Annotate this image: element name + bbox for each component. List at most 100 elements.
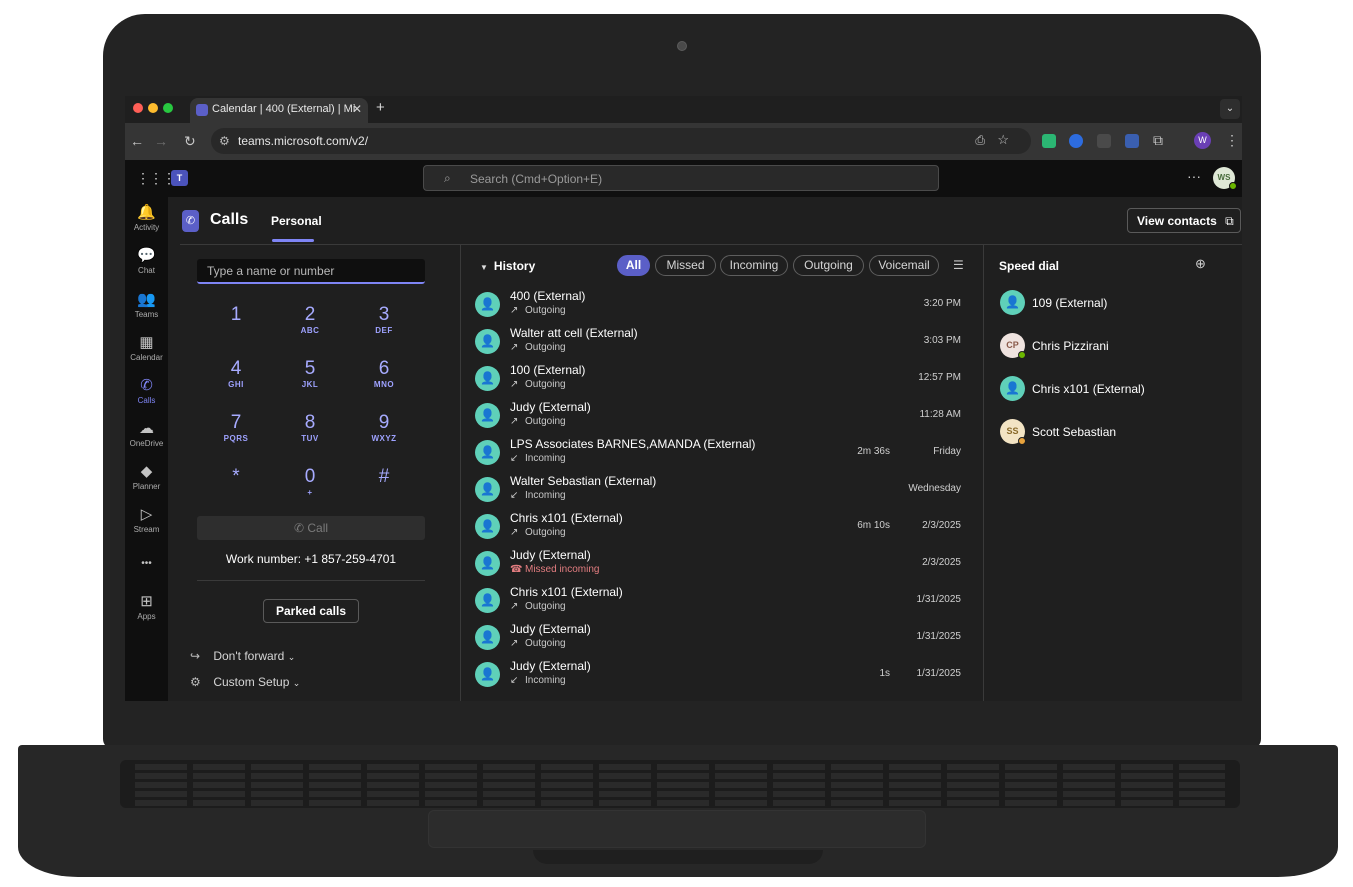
rail-item-calendar[interactable]: ▦ Calendar: [125, 333, 168, 362]
tab-search-button[interactable]: ⌄: [1220, 99, 1240, 119]
dial-key-letters: TUV: [301, 434, 319, 443]
history-call-duration: 2m 36s: [857, 446, 890, 457]
filter-icon[interactable]: ☰: [953, 258, 964, 272]
history-contact-name: Walter att cell (External): [510, 326, 638, 340]
speed-dial-contact[interactable]: CP Chris Pizzirani: [1000, 331, 1230, 361]
address-bar[interactable]: ⚙ teams.microsoft.com/v2/ ⎙ ☆: [211, 128, 1031, 154]
rail-item-label: OneDrive: [129, 439, 164, 448]
rail-item-teams[interactable]: 👥 Teams: [125, 290, 168, 319]
filter-all[interactable]: All: [617, 255, 650, 276]
speed-dial-contact[interactable]: 👤 Chris x101 (External): [1000, 374, 1230, 404]
rail-item-calls[interactable]: ✆ Calls: [125, 376, 168, 405]
new-tab-button[interactable]: +: [376, 99, 385, 116]
history-contact-name: 400 (External): [510, 289, 586, 303]
contact-avatar-icon: 👤: [1000, 290, 1025, 315]
keyboard-row: [135, 764, 1225, 770]
calendar-icon: ▦: [139, 334, 154, 351]
rail-item-planner[interactable]: ◆ Planner: [125, 462, 168, 491]
history-row[interactable]: 👤 Judy (External) ↙ Incoming 1s 1/31/2025: [461, 655, 983, 692]
dial-key-hash[interactable]: #: [354, 466, 414, 512]
filter-missed[interactable]: Missed: [655, 255, 716, 276]
history-row[interactable]: 👤 Chris x101 (External) ↗ Outgoing 1/31/2025: [461, 581, 983, 618]
bookmark-star-icon[interactable]: ☆: [997, 132, 1009, 148]
custom-setup-dropdown[interactable]: ⚙ Custom Setup ⌄: [190, 675, 300, 689]
forwarding-dropdown[interactable]: ↪ Don't forward ⌄: [190, 649, 295, 663]
dial-key-2[interactable]: 2 ABC: [280, 304, 340, 350]
history-row[interactable]: 👤 Walter Sebastian (External) ↙ Incoming Wed…: [461, 470, 983, 507]
history-row[interactable]: 👤 Chris x101 (External) ↗ Outgoing 6m 10s 2/3…: [461, 507, 983, 544]
zoom-extension-icon[interactable]: [1069, 134, 1083, 148]
dial-key-7[interactable]: 7 PQRS: [206, 412, 266, 458]
dial-key-letters: GHI: [228, 380, 244, 389]
extension-grid-icon[interactable]: [1125, 134, 1139, 148]
rail-item-activity[interactable]: 🔔 Activity: [125, 203, 168, 232]
zoom-window-button[interactable]: [163, 103, 173, 113]
dial-key-6[interactable]: 6 MNO: [354, 358, 414, 404]
dial-key-0[interactable]: 0 +: [280, 466, 340, 512]
dial-key-4[interactable]: 4 GHI: [206, 358, 266, 404]
dial-key-digit: 2: [304, 304, 316, 325]
dial-key-1[interactable]: 1: [206, 304, 266, 350]
history-call-time: 12:57 PM: [918, 372, 961, 383]
history-row[interactable]: 👤 Judy (External) ↗ Outgoing 11:28 AM: [461, 396, 983, 433]
history-row[interactable]: 👤 100 (External) ↗ Outgoing 12:57 PM: [461, 359, 983, 396]
close-tab-icon[interactable]: ✕: [352, 102, 362, 116]
history-call-direction: ↗ Outgoing: [510, 638, 566, 649]
more-options-icon[interactable]: ···: [1187, 168, 1201, 184]
dial-key-3[interactable]: 3 DEF: [354, 304, 414, 350]
history-row[interactable]: 👤 Judy (External) ↗ Outgoing 1/31/2025: [461, 618, 983, 655]
history-contact-name: 100 (External): [510, 363, 586, 377]
dial-key-digit: 8: [304, 412, 316, 433]
rail-item-more-apps[interactable]: •••: [125, 554, 168, 574]
dial-number-input[interactable]: [197, 259, 425, 284]
phone-icon: ✆: [293, 521, 305, 535]
install-app-icon[interactable]: ⎙: [975, 133, 985, 148]
dial-key-5[interactable]: 5 JKL: [280, 358, 340, 404]
browser-profile-avatar[interactable]: W: [1194, 132, 1211, 149]
add-speed-dial-icon[interactable]: ⊕: [1195, 256, 1206, 272]
speed-dial-contact[interactable]: SS Scott Sebastian: [1000, 417, 1230, 447]
rail-item-chat[interactable]: 💬 Chat: [125, 246, 168, 275]
history-row[interactable]: 👤 400 (External) ↗ Outgoing 3:20 PM: [461, 285, 983, 322]
extension-arrow-icon[interactable]: [1097, 134, 1111, 148]
history-direction-label: Missed incoming: [525, 564, 600, 575]
history-row[interactable]: 👤 Judy (External) ☎ Missed incoming 2/3/2025: [461, 544, 983, 581]
tab-personal[interactable]: Personal: [271, 214, 322, 228]
minimize-window-button[interactable]: [148, 103, 158, 113]
rail-item-onedrive[interactable]: ☁ OneDrive: [125, 419, 168, 448]
extensions-puzzle-icon[interactable]: ⧉: [1153, 132, 1163, 149]
call-forward-icon: ↪: [190, 649, 201, 663]
contact-avatar-icon: 👤: [1000, 376, 1025, 401]
parked-calls-button[interactable]: Parked calls: [263, 599, 359, 623]
incoming-call-icon: ↙: [510, 675, 519, 686]
history-row[interactable]: 👤 LPS Associates BARNES,AMANDA (External)…: [461, 433, 983, 470]
history-row[interactable]: 👤 Walter att cell (External) ↗ Outgoing 3:03…: [461, 322, 983, 359]
dial-key-9[interactable]: 9 WXYZ: [354, 412, 414, 458]
call-button[interactable]: ✆ Call: [197, 516, 425, 540]
search-input[interactable]: ⌕ Search (Cmd+Option+E): [423, 165, 939, 191]
speed-dial-contact-name: 109 (External): [1032, 296, 1108, 310]
filter-voicemail[interactable]: Voicemail: [869, 255, 939, 276]
rail-item-apps[interactable]: ⊞ Apps: [125, 592, 168, 621]
extension-green-icon[interactable]: [1042, 134, 1056, 148]
app-launcher-icon[interactable]: ⋮⋮⋮: [136, 170, 176, 187]
browser-menu-icon[interactable]: ⋮: [1225, 132, 1239, 149]
forward-icon[interactable]: →: [154, 133, 168, 149]
rail-item-stream[interactable]: ▷ Stream: [125, 505, 168, 534]
open-external-icon: ⧉: [1225, 214, 1234, 228]
dial-key-digit: 0: [304, 466, 316, 487]
view-contacts-button[interactable]: View contacts ⧉: [1127, 208, 1241, 233]
reload-icon[interactable]: ↻: [184, 133, 196, 150]
speed-dial-contact[interactable]: 👤 109 (External): [1000, 288, 1230, 318]
filter-incoming[interactable]: Incoming: [720, 255, 788, 276]
dial-key-star[interactable]: *: [206, 466, 266, 512]
browser-tab[interactable]: Calendar | 400 (External) | Mi ✕: [190, 98, 368, 123]
dial-key-8[interactable]: 8 TUV: [280, 412, 340, 458]
dial-key-digit: 5: [304, 358, 316, 379]
back-icon[interactable]: ←: [130, 133, 144, 149]
history-section-toggle[interactable]: ▼ History: [480, 259, 535, 273]
site-info-icon[interactable]: ⚙: [219, 134, 230, 148]
teams-logo-icon: T: [171, 170, 188, 186]
close-window-button[interactable]: [133, 103, 143, 113]
filter-outgoing[interactable]: Outgoing: [793, 255, 864, 276]
